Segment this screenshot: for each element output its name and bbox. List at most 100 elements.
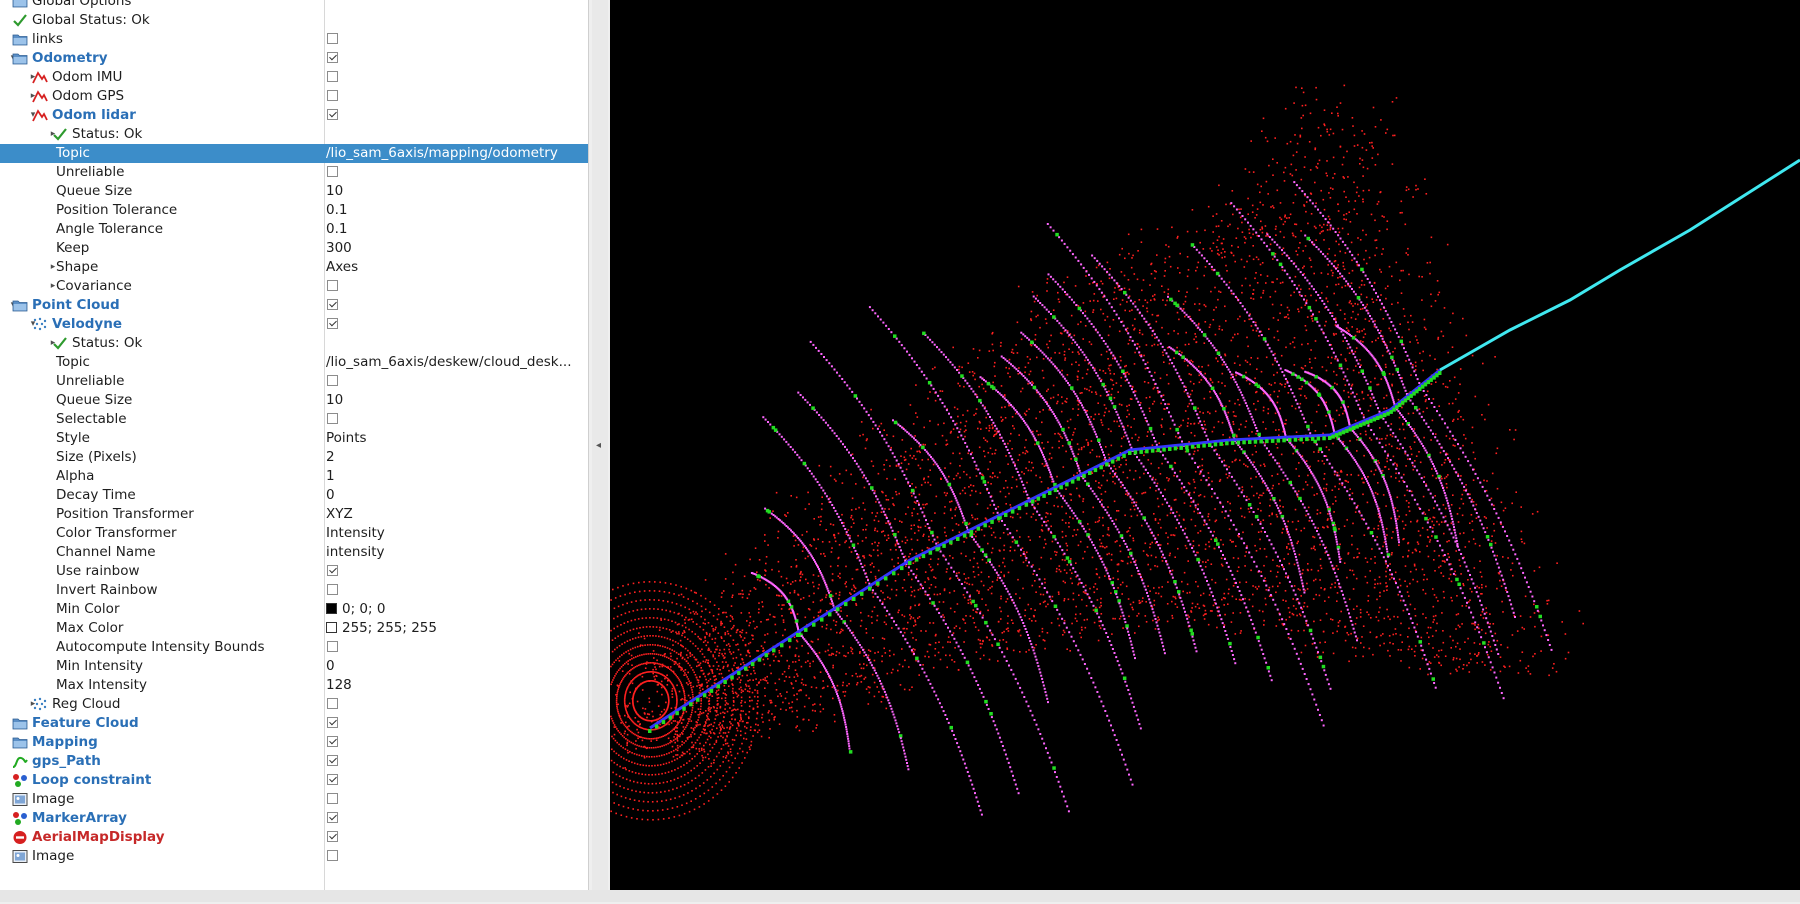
- property-value[interactable]: 10: [326, 391, 584, 410]
- property-value[interactable]: 0; 0; 0: [326, 600, 584, 619]
- tree-row[interactable]: ▸Reg Cloud: [0, 695, 588, 714]
- color-swatch[interactable]: [326, 603, 337, 614]
- property-value[interactable]: 255; 255; 255: [326, 619, 584, 638]
- tree-row[interactable]: ▸Status: Ok: [0, 125, 588, 144]
- tree-row[interactable]: Max Intensity128: [0, 676, 588, 695]
- property-value[interactable]: intensity: [326, 543, 584, 562]
- property-value[interactable]: 0.1: [326, 201, 584, 220]
- enable-checkbox[interactable]: [327, 641, 338, 652]
- collapse-arrow-icon[interactable]: ◂: [596, 440, 601, 451]
- enable-checkbox[interactable]: [327, 109, 338, 120]
- property-value[interactable]: 1: [326, 467, 584, 486]
- enable-checkbox[interactable]: [327, 90, 338, 101]
- enable-checkbox[interactable]: [327, 166, 338, 177]
- enable-checkbox[interactable]: [327, 774, 338, 785]
- enable-checkbox[interactable]: [327, 755, 338, 766]
- enable-checkbox[interactable]: [327, 736, 338, 747]
- tree-row[interactable]: Position Tolerance0.1: [0, 201, 588, 220]
- tree-row[interactable]: Autocompute Intensity Bounds: [0, 638, 588, 657]
- tree-row[interactable]: Use rainbow: [0, 562, 588, 581]
- image-icon: [12, 849, 28, 864]
- enable-checkbox[interactable]: [327, 812, 338, 823]
- tree-row[interactable]: ▸Status: Ok: [0, 334, 588, 353]
- enable-checkbox[interactable]: [327, 717, 338, 728]
- point-cloud-icon: [32, 697, 48, 712]
- property-value[interactable]: 300: [326, 239, 584, 258]
- property-value[interactable]: XYZ: [326, 505, 584, 524]
- property-value[interactable]: 0: [326, 657, 584, 676]
- enable-checkbox[interactable]: [327, 280, 338, 291]
- tree-row[interactable]: Channel Nameintensity: [0, 543, 588, 562]
- tree-row[interactable]: Unreliable: [0, 372, 588, 391]
- tree-row[interactable]: ▾Velodyne: [0, 315, 588, 334]
- property-value[interactable]: Points: [326, 429, 584, 448]
- enable-checkbox[interactable]: [327, 413, 338, 424]
- tree-row[interactable]: Color Transformer Intensity: [0, 524, 588, 543]
- tree-row[interactable]: Decay Time0: [0, 486, 588, 505]
- 3d-viewport[interactable]: [610, 0, 1800, 900]
- tree-row[interactable]: Image: [0, 790, 588, 809]
- enable-checkbox[interactable]: [327, 299, 338, 310]
- property-value[interactable]: 0.1: [326, 220, 584, 239]
- enable-checkbox[interactable]: [327, 584, 338, 595]
- property-value[interactable]: 0: [326, 486, 584, 505]
- enable-checkbox[interactable]: [327, 318, 338, 329]
- tree-row[interactable]: ▾Odometry: [0, 49, 588, 68]
- tree-row[interactable]: Alpha1: [0, 467, 588, 486]
- row-label: Global Options: [32, 0, 131, 11]
- tree-row[interactable]: ▸Odom GPS: [0, 87, 588, 106]
- property-value[interactable]: 2: [326, 448, 584, 467]
- tree-row[interactable]: Keep300: [0, 239, 588, 258]
- tree-row[interactable]: gps_Path: [0, 752, 588, 771]
- folder-icon: [12, 51, 28, 66]
- folder-icon: [12, 32, 28, 47]
- tree-row[interactable]: StylePoints: [0, 429, 588, 448]
- enable-checkbox[interactable]: [327, 831, 338, 842]
- tree-row[interactable]: Invert Rainbow: [0, 581, 588, 600]
- property-value[interactable]: /lio_sam_6axis/deskew/cloud_desk...: [326, 353, 584, 372]
- tree-row[interactable]: Mapping: [0, 733, 588, 752]
- property-value[interactable]: Intensity: [326, 524, 584, 543]
- tree-row[interactable]: Global Options: [0, 0, 588, 11]
- tree-row[interactable]: Global Status: Ok: [0, 11, 588, 30]
- property-value[interactable]: 128: [326, 676, 584, 695]
- tree-row[interactable]: ▸Odom IMU: [0, 68, 588, 87]
- tree-row[interactable]: Min Color0; 0; 0: [0, 600, 588, 619]
- tree-row[interactable]: Max Color255; 255; 255: [0, 619, 588, 638]
- tree-row[interactable]: MarkerArray: [0, 809, 588, 828]
- enable-checkbox[interactable]: [327, 71, 338, 82]
- tree-row[interactable]: Feature Cloud: [0, 714, 588, 733]
- property-value[interactable]: Axes: [326, 258, 584, 277]
- enable-checkbox[interactable]: [327, 793, 338, 804]
- splitter-handle[interactable]: ◂: [592, 0, 608, 890]
- tree-row[interactable]: Angle Tolerance0.1: [0, 220, 588, 239]
- color-swatch[interactable]: [326, 622, 337, 633]
- tree-row[interactable]: Topic/lio_sam_6axis/mapping/odometry: [0, 144, 588, 163]
- tree-row[interactable]: Queue Size10: [0, 391, 588, 410]
- enable-checkbox[interactable]: [327, 375, 338, 386]
- tree-row[interactable]: ▸ShapeAxes: [0, 258, 588, 277]
- enable-checkbox[interactable]: [327, 33, 338, 44]
- enable-checkbox[interactable]: [327, 565, 338, 576]
- row-label: Color Transformer: [56, 524, 177, 543]
- tree-row[interactable]: Selectable: [0, 410, 588, 429]
- property-value[interactable]: /lio_sam_6axis/mapping/odometry: [326, 144, 584, 163]
- tree-row[interactable]: ▸Covariance: [0, 277, 588, 296]
- tree-row[interactable]: Unreliable: [0, 163, 588, 182]
- tree-row[interactable]: Topic/lio_sam_6axis/deskew/cloud_desk...: [0, 353, 588, 372]
- tree-row[interactable]: Size (Pixels)2: [0, 448, 588, 467]
- tree-row[interactable]: Loop constraint: [0, 771, 588, 790]
- tree-row[interactable]: Queue Size10: [0, 182, 588, 201]
- property-value[interactable]: 10: [326, 182, 584, 201]
- tree-row[interactable]: Position TransformerXYZ: [0, 505, 588, 524]
- tree-row[interactable]: AerialMapDisplay: [0, 828, 588, 847]
- enable-checkbox[interactable]: [327, 52, 338, 63]
- tree-row[interactable]: links: [0, 30, 588, 49]
- tree-row[interactable]: ▾Odom lidar: [0, 106, 588, 125]
- displays-panel[interactable]: Global OptionsGlobal Status: Oklinks▾Odo…: [0, 0, 589, 891]
- tree-row[interactable]: Min Intensity0: [0, 657, 588, 676]
- enable-checkbox[interactable]: [327, 850, 338, 861]
- tree-row[interactable]: Image: [0, 847, 588, 866]
- enable-checkbox[interactable]: [327, 698, 338, 709]
- tree-row[interactable]: ▾Point Cloud: [0, 296, 588, 315]
